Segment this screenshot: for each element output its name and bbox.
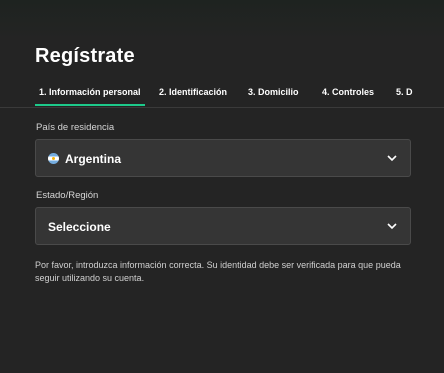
country-value: Argentina xyxy=(65,152,122,166)
tab-personal-info[interactable]: 1. Información personal xyxy=(35,87,145,106)
tab-controls[interactable]: 4. Controles xyxy=(322,87,374,97)
header-background xyxy=(0,0,444,40)
chevron-down-icon xyxy=(387,155,397,162)
verification-notice: Por favor, introduzca información correc… xyxy=(35,260,401,283)
chevron-down-icon xyxy=(387,223,397,230)
tab-step-5[interactable]: 5. D xyxy=(396,87,413,97)
region-select[interactable]: Seleccione xyxy=(35,207,411,245)
region-value: Seleccione xyxy=(48,220,111,234)
country-select[interactable]: Argentina xyxy=(35,139,411,177)
region-label: Estado/Región xyxy=(36,190,99,201)
step-tabs: 1. Información personal 2. Identificació… xyxy=(0,84,444,108)
page-title: Regístrate xyxy=(35,45,135,67)
tab-identification[interactable]: 2. Identificación xyxy=(159,87,227,97)
tab-address[interactable]: 3. Domicilio xyxy=(248,87,299,97)
country-label: País de residencia xyxy=(36,122,115,133)
argentina-flag-icon xyxy=(48,153,59,164)
